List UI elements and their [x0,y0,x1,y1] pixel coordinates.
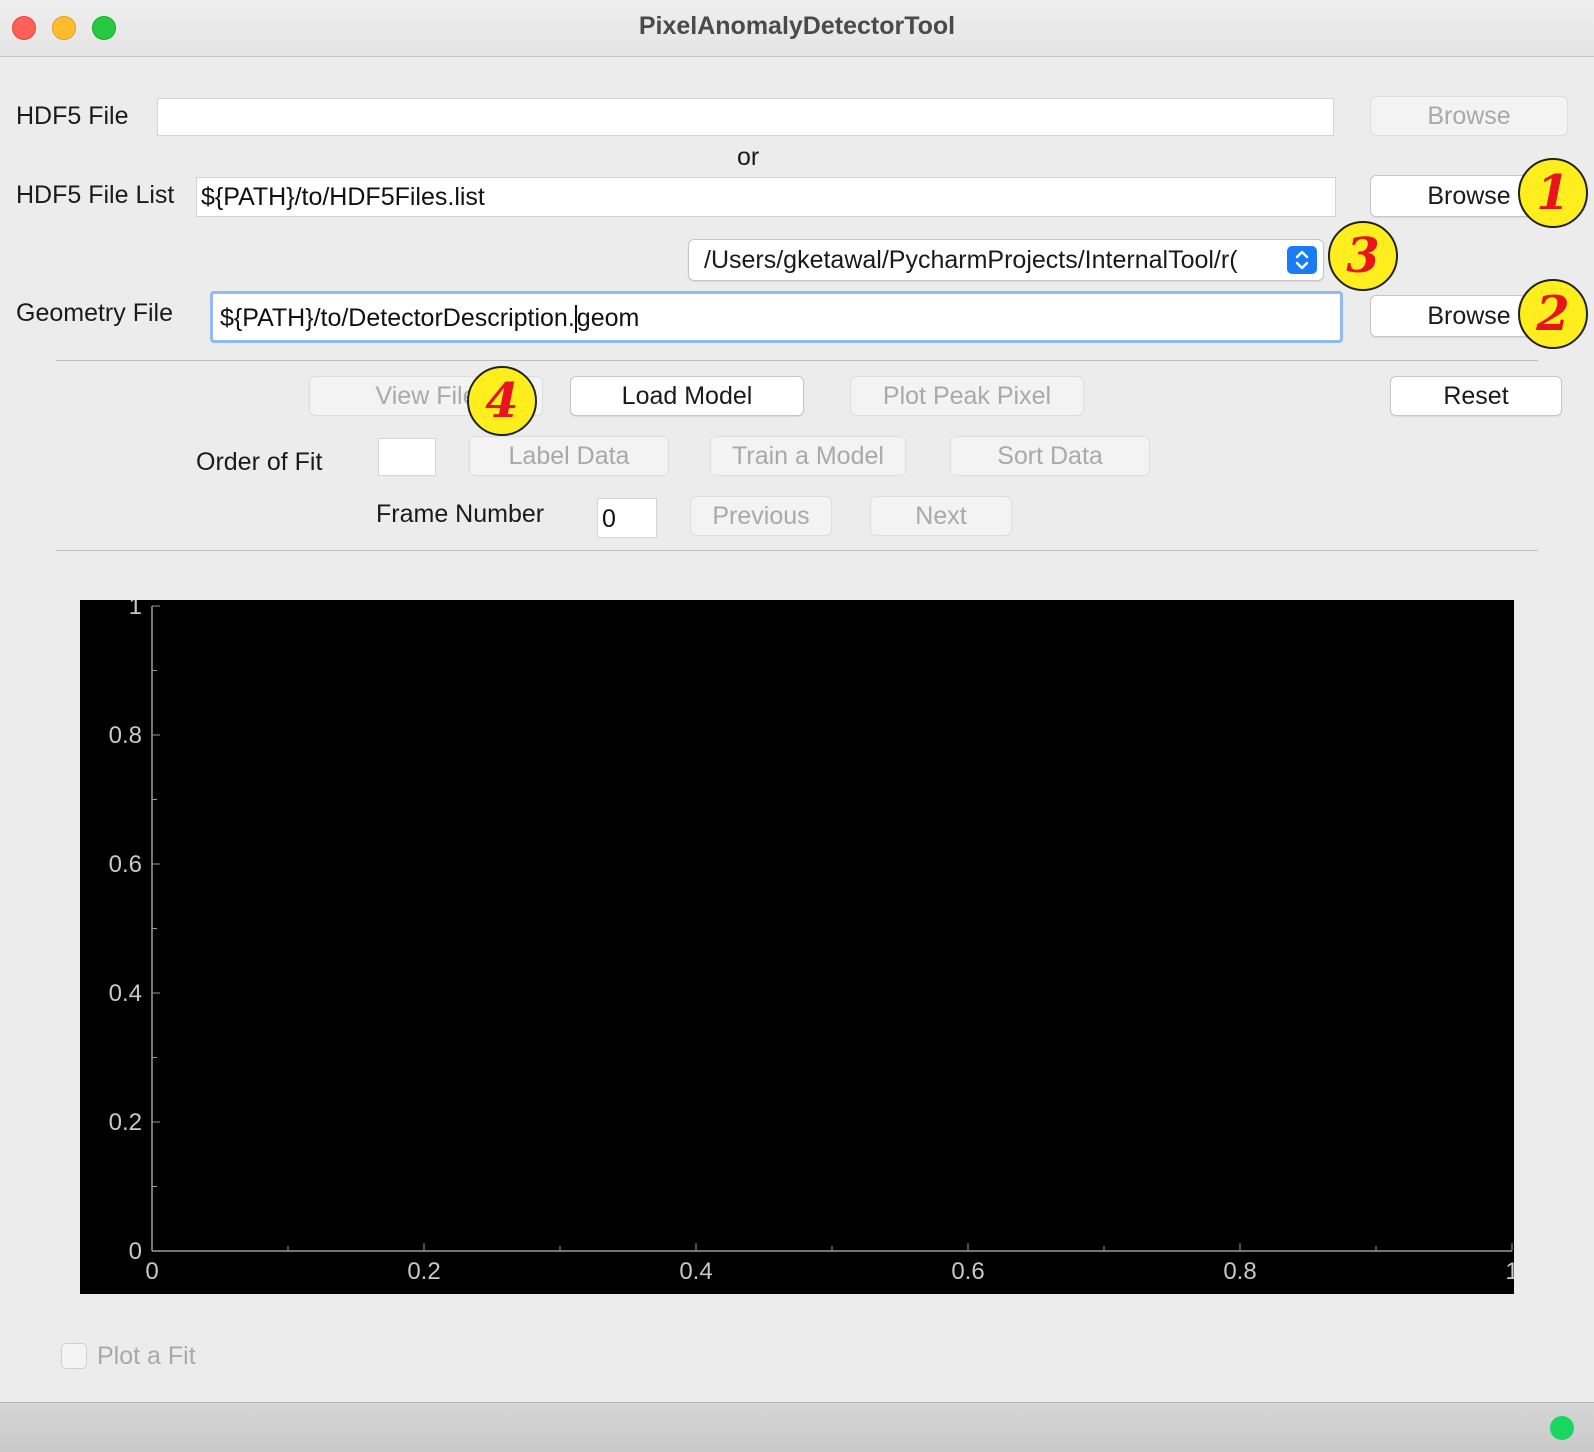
y-tick-label: 0 [129,1238,142,1265]
frame-number-input[interactable]: 0 [597,498,657,538]
x-tick-label: 0.2 [407,1258,440,1285]
plot-a-fit-label: Plot a Fit [97,1342,196,1370]
order-of-fit-input[interactable] [378,438,436,476]
annotation-badge-3: 3 [1328,221,1398,291]
bottom-divider [56,550,1538,551]
x-tick-label: 0.6 [951,1258,984,1285]
y-tick-label: 0.6 [109,851,142,878]
geometry-file-label: Geometry File [16,299,173,327]
previous-frame-button[interactable]: Previous [690,496,832,536]
x-tick-label: 0.4 [679,1258,712,1285]
order-of-fit-label: Order of Fit [196,448,323,476]
plot-a-fit-checkbox[interactable] [61,1343,87,1369]
top-divider [56,360,1538,361]
annotation-badge-1: 1 [1518,158,1588,228]
geometry-file-text-before-cursor: ${PATH}/to/DetectorDescription. [220,304,575,332]
next-frame-button[interactable]: Next [870,496,1012,536]
app-window: PixelAnomalyDetectorTool HDF5 File Brows… [0,0,1594,1452]
sort-data-button[interactable]: Sort Data [950,436,1150,476]
frame-number-label: Frame Number [376,500,545,528]
reset-button[interactable]: Reset [1390,376,1562,416]
y-tick-label: 0.8 [109,722,142,749]
y-tick-label: 0.4 [109,980,142,1007]
x-tick-label: 0 [145,1258,158,1285]
geometry-file-text-after-cursor: geom [576,304,640,332]
label-data-button[interactable]: Label Data [469,436,669,476]
hdf5-file-input[interactable] [157,98,1334,136]
geometry-file-input[interactable]: ${PATH}/to/DetectorDescription.geom [210,291,1343,343]
y-tick-label: 0.2 [109,1109,142,1136]
x-tick-label: 0.8 [1223,1258,1256,1285]
hdf5-file-list-label: HDF5 File List [16,181,175,209]
plot-peak-pixel-button[interactable]: Plot Peak Pixel [850,376,1084,416]
path-dropdown[interactable]: /Users/gketawal/PycharmProjects/Internal… [688,239,1324,281]
train-model-button[interactable]: Train a Model [710,436,906,476]
x-tick-label: 1 [1505,1258,1514,1285]
path-dropdown-value: /Users/gketawal/PycharmProjects/Internal… [704,246,1238,274]
load-model-button[interactable]: Load Model [570,376,804,416]
hdf5-file-browse-button[interactable]: Browse [1370,96,1568,136]
annotation-badge-2: 2 [1518,279,1588,349]
hdf5-file-label: HDF5 File [16,102,129,130]
status-bar [0,1402,1594,1452]
y-tick-label: 1 [129,600,142,620]
annotation-badge-4: 4 [467,366,537,436]
plot-area[interactable]: 0 0.2 0.4 0.6 0.8 1 0 0.2 0.4 0.6 0.8 1 [80,600,1514,1294]
or-separator-text: or [737,143,760,171]
chevron-up-down-icon [1287,246,1317,274]
plot-canvas: 0 0.2 0.4 0.6 0.8 1 0 0.2 0.4 0.6 0.8 1 [109,600,1514,1285]
title-bar: PixelAnomalyDetectorTool [0,0,1594,57]
status-indicator-dot [1550,1416,1574,1440]
window-title: PixelAnomalyDetectorTool [638,12,956,40]
hdf5-file-list-input[interactable]: ${PATH}/to/HDF5Files.list [196,177,1336,217]
